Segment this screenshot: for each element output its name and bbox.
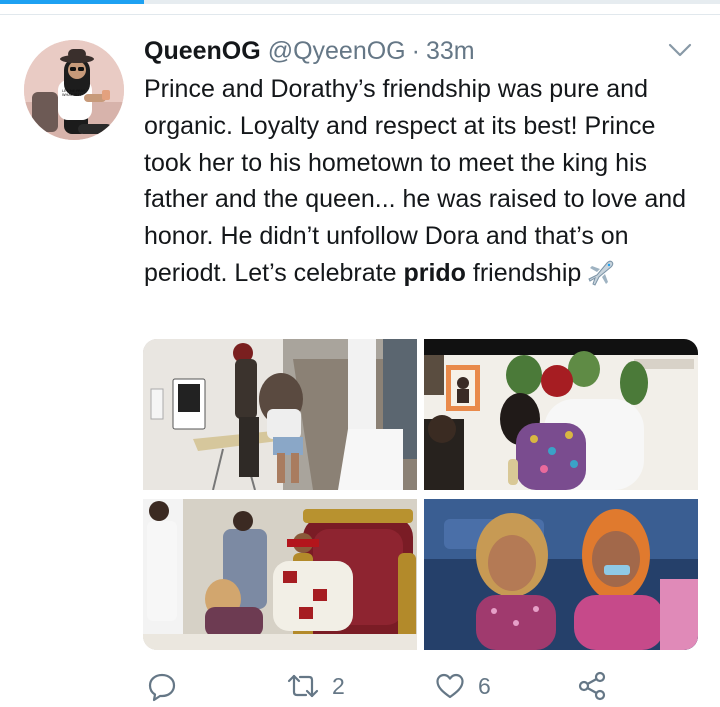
more-options-button[interactable]	[664, 38, 696, 62]
display-name[interactable]: QueenOG	[144, 37, 261, 66]
tweet-text-body: Prince and Dorathy’s friendship was pure…	[144, 75, 687, 287]
avatar-illustration: LET ME PRAY WHAT IS IT	[24, 40, 124, 140]
avatar[interactable]: LET ME PRAY WHAT IS IT	[24, 40, 124, 140]
media-image-couple-ironing	[143, 339, 417, 490]
hashtag-link[interactable]: prido	[403, 259, 466, 287]
media-grid	[143, 339, 698, 650]
tweet-text: Prince and Dorathy’s friendship was pure…	[144, 71, 704, 292]
tweet-text-tail: friendship	[465, 258, 582, 287]
reply-icon	[148, 673, 176, 702]
media-image-two-women	[424, 499, 698, 650]
media-tile-1[interactable]	[143, 339, 417, 490]
top-divider	[0, 14, 720, 15]
user-handle[interactable]: @QyeenOG	[268, 37, 406, 66]
like-count: 6	[478, 672, 491, 699]
share-icon	[578, 671, 606, 701]
media-image-throne	[143, 499, 417, 650]
retweet-icon	[287, 674, 319, 698]
media-tile-3[interactable]	[143, 499, 417, 650]
chevron-down-icon	[668, 43, 692, 57]
like-button[interactable]: 6	[434, 668, 491, 704]
retweet-button[interactable]: 2	[286, 668, 345, 704]
header-separator: ·	[411, 36, 420, 65]
loading-progress-fill	[0, 0, 144, 4]
airplane-emoji-icon	[585, 257, 617, 287]
media-tile-2[interactable]	[424, 339, 698, 490]
tweet-header: QueenOG @QyeenOG · 33m	[144, 34, 475, 68]
media-image-couple-hugging	[424, 339, 698, 490]
reply-button[interactable]	[146, 668, 190, 704]
loading-progress-bar	[0, 0, 720, 4]
tweet-actions: 2 6	[144, 668, 614, 704]
tweet-timestamp[interactable]: 33m	[426, 37, 475, 66]
retweet-count: 2	[332, 672, 345, 699]
share-button[interactable]	[576, 668, 608, 704]
media-tile-4[interactable]	[424, 499, 698, 650]
heart-icon	[436, 673, 464, 699]
